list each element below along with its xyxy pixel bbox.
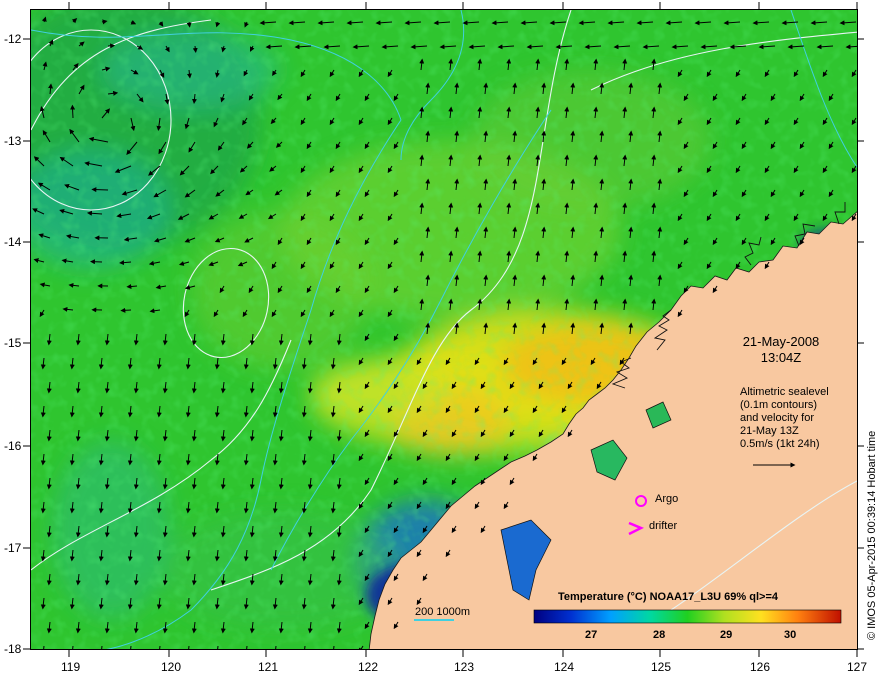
colorbar-tick: 30 xyxy=(784,629,797,641)
colorbar-tick: 28 xyxy=(653,629,666,641)
velocity-arrow xyxy=(70,104,76,119)
velocity-arrow xyxy=(192,45,198,54)
lat-tick-label: -13 xyxy=(4,134,22,148)
credit-text: © IMOS 05-Apr-2015 00:39:14 Hobart time xyxy=(866,430,878,640)
info-line: (0.1m contours) xyxy=(740,399,818,411)
lat-tick-label: -12 xyxy=(4,32,22,46)
lon-tick-label: 125 xyxy=(651,660,672,674)
colorbar-tick: 27 xyxy=(585,629,598,641)
date-text: 21-May-2008 xyxy=(742,334,820,349)
velocity-arrow xyxy=(126,283,138,289)
info-line: and velocity for xyxy=(740,412,814,424)
colorbar-tick: 29 xyxy=(720,629,733,641)
colorbar-title: Temperature (°C) NOAA17_L3U 69% ql>=4 xyxy=(558,591,778,603)
velocity-arrow xyxy=(101,19,108,25)
lon-tick-label: 122 xyxy=(358,660,379,674)
lon-tick-label: 119 xyxy=(61,660,81,674)
sst-map: 21-May-2008 13:04Z Altimetric sealevel (… xyxy=(30,9,858,650)
argo-label: Argo xyxy=(655,493,679,505)
lat-tick-label: -14 xyxy=(4,235,22,249)
lat-tick-label: -15 xyxy=(4,336,22,350)
time-text: 13:04Z xyxy=(760,350,802,365)
info-block: Altimetric sealevel (0.1m contours) and … xyxy=(740,386,829,451)
drifter-label: drifter xyxy=(649,520,678,532)
date-block: 21-May-2008 13:04Z xyxy=(731,334,831,366)
lat-tick-label: -16 xyxy=(4,439,22,453)
lat-tick-label: -18 xyxy=(4,642,22,656)
lon-tick-label: 123 xyxy=(454,660,475,674)
depth-legend-label: 200 1000m xyxy=(415,606,471,618)
velocity-arrow xyxy=(91,187,109,193)
info-line: Altimetric sealevel xyxy=(740,386,829,398)
colorbar xyxy=(533,609,842,624)
lon-tick-label: 124 xyxy=(554,660,575,674)
velocity-arrow xyxy=(186,69,192,79)
info-line: 21-May 13Z xyxy=(740,425,799,437)
map-canvas xyxy=(31,10,857,649)
lon-tick-label: 127 xyxy=(847,660,868,674)
lon-tick-label: 120 xyxy=(161,660,182,674)
info-line: 0.5m/s (1kt 24h) xyxy=(740,438,820,450)
lon-tick-label: 121 xyxy=(258,660,279,674)
lat-tick-label: -17 xyxy=(4,541,22,555)
lon-tick-label: 126 xyxy=(750,660,771,674)
